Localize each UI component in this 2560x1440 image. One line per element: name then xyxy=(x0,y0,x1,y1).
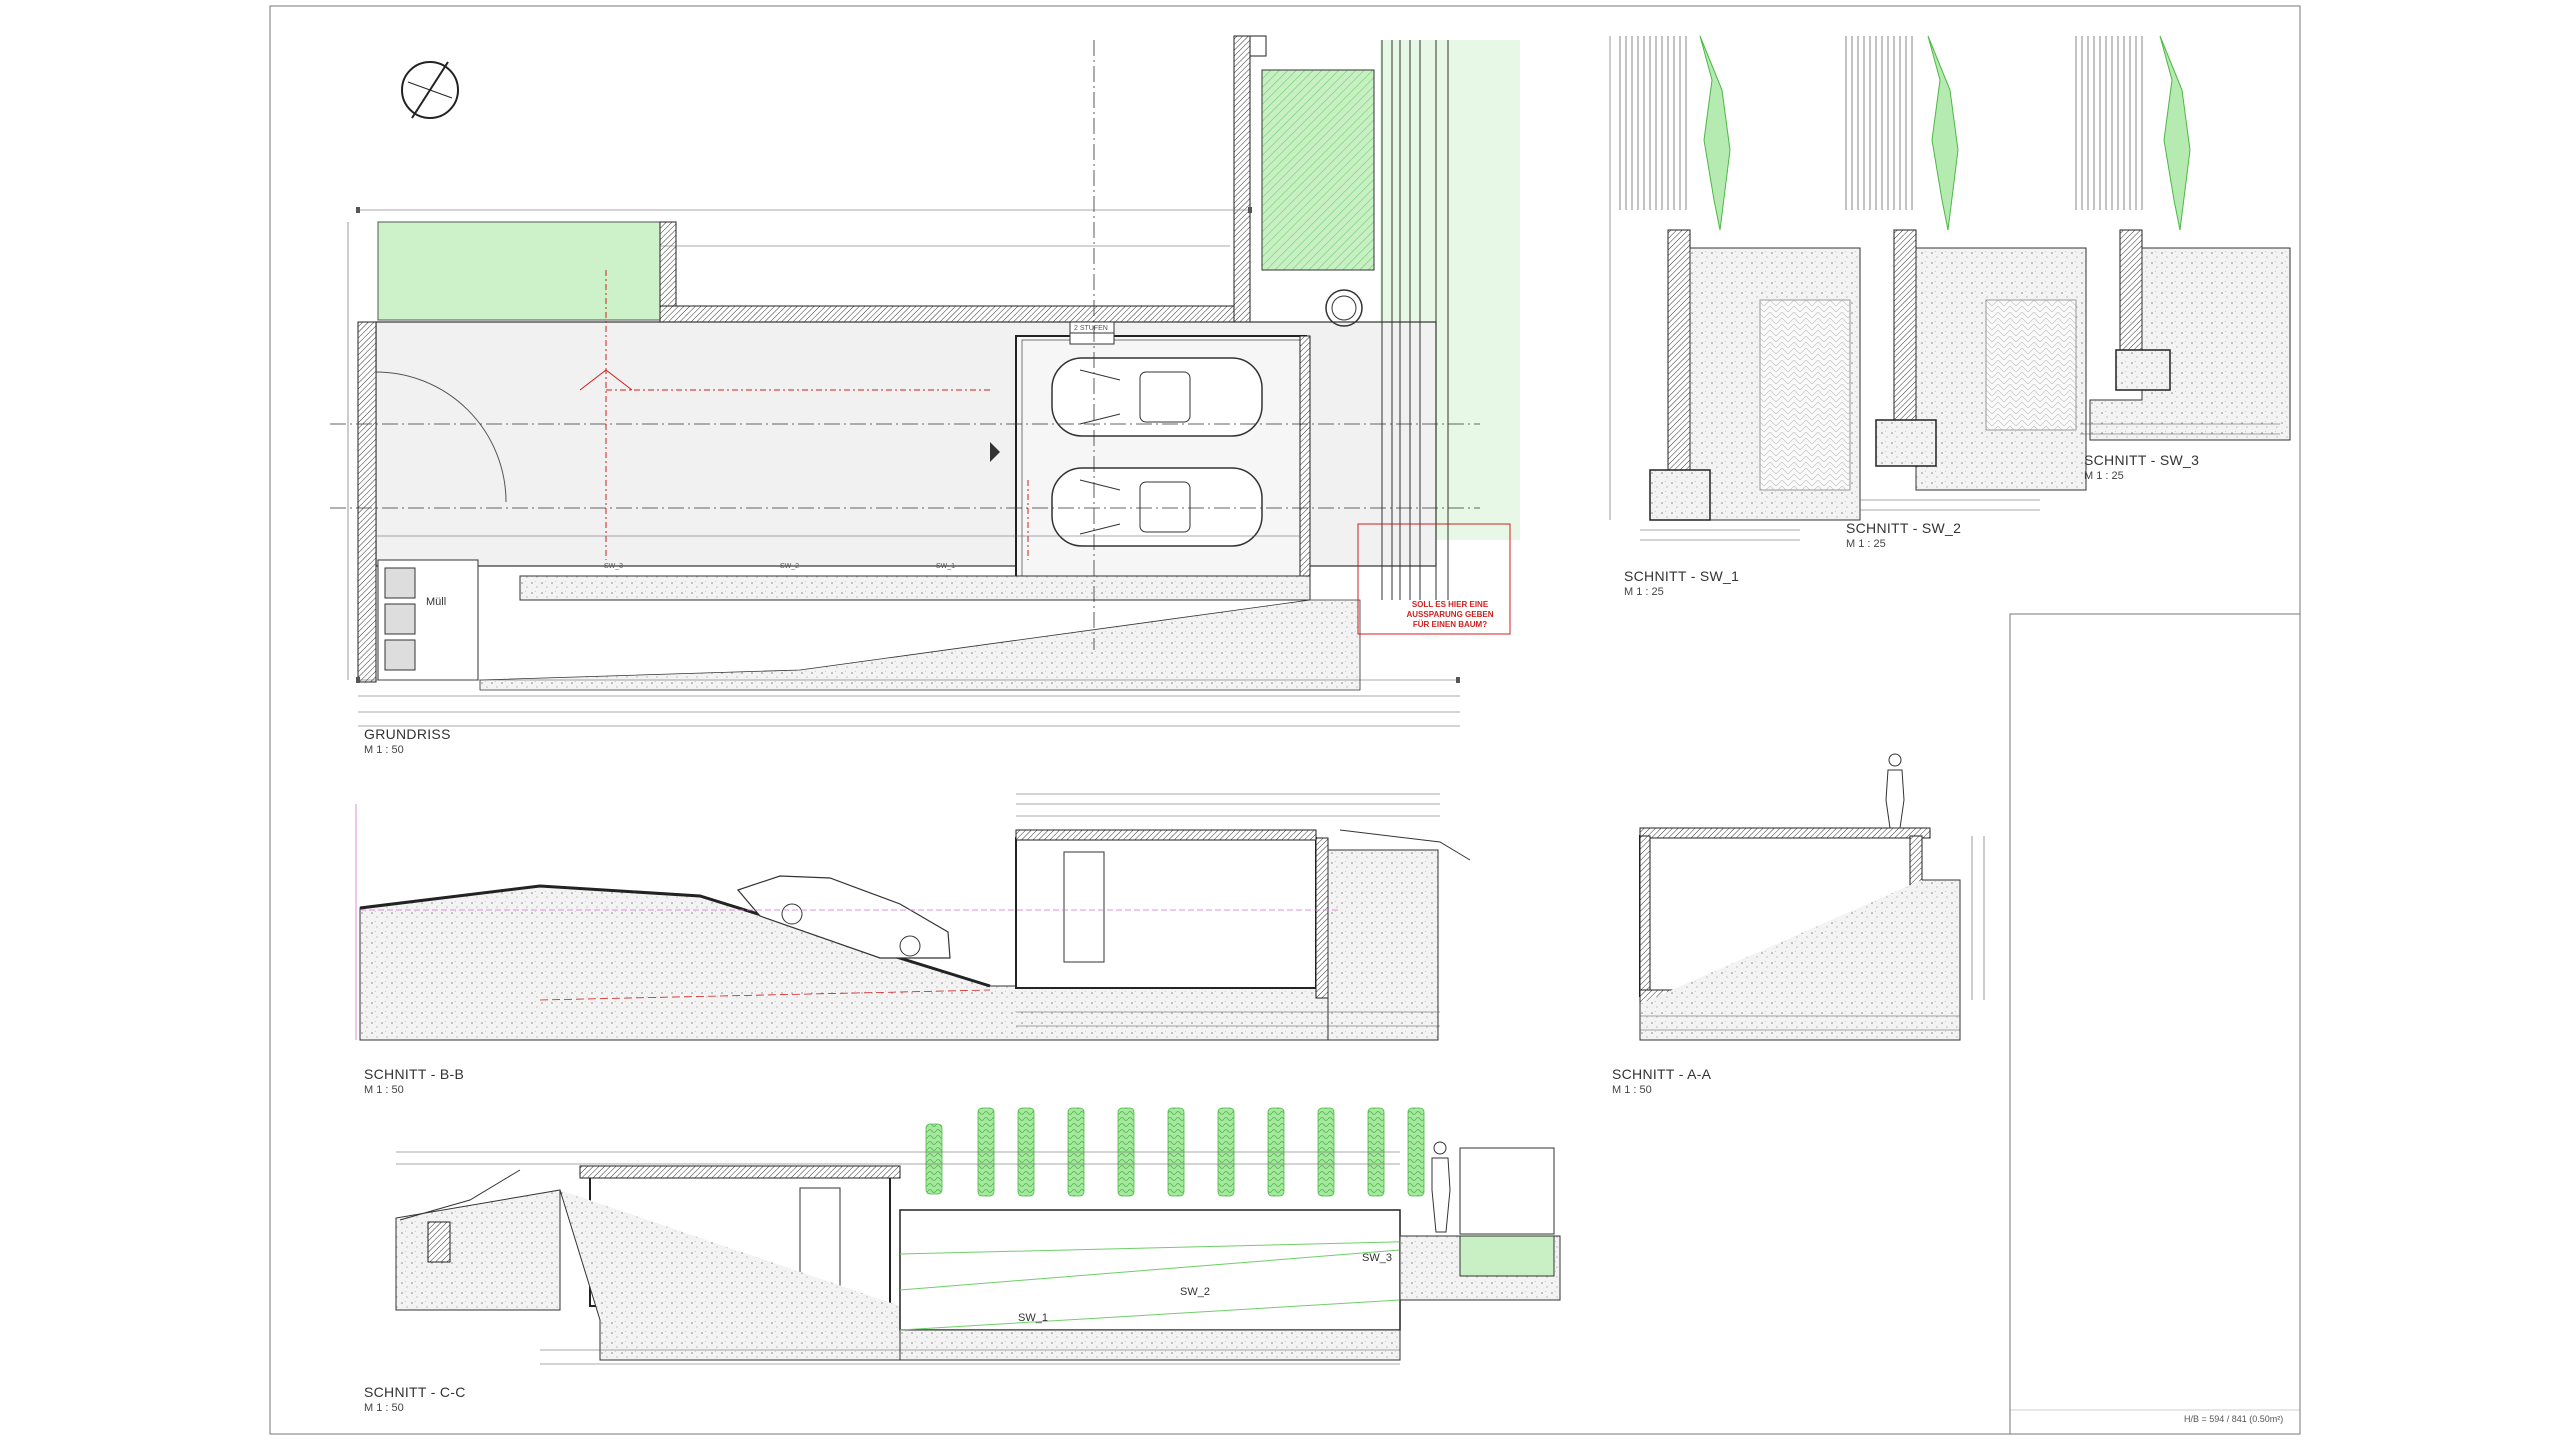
grundriss-title: GRUNDRISS xyxy=(364,726,451,742)
schnitt-aa-title: SCHNITT - A-A xyxy=(1612,1066,1712,1082)
muell-label: Müll xyxy=(426,596,447,608)
schnitt-bb-scale: M 1 : 50 xyxy=(364,1084,404,1096)
car-icon xyxy=(1051,467,1263,547)
schnitt-sw3-scale: M 1 : 25 xyxy=(2084,470,2124,482)
schnitt-sw2-title: SCHNITT - SW_2 xyxy=(1846,520,1962,536)
schnitt-cc-scale: M 1 : 50 xyxy=(364,1402,404,1414)
plan-sw3-label: SW_3 xyxy=(604,563,624,570)
stufen-label: 2 STUFEN xyxy=(1074,325,1108,332)
title-block xyxy=(2009,613,2301,1435)
plan-sw1-label: SW_1 xyxy=(936,563,956,570)
cc-sw2-label: SW_2 xyxy=(1180,1286,1210,1298)
red-note: SOLL ES HIER EINE AUSSPARUNG GEBEN FÜR E… xyxy=(1406,600,1494,629)
schnitt-bb-title: SCHNITT - B-B xyxy=(364,1066,465,1082)
detail-sw3 xyxy=(2075,35,2291,441)
person-icon xyxy=(1885,753,1905,829)
cc-sw1-label: SW_1 xyxy=(1018,1312,1048,1324)
person-icon xyxy=(1431,1141,1451,1233)
cc-sw3-label: SW_3 xyxy=(1362,1252,1392,1264)
schnitt-aa-scale: M 1 : 50 xyxy=(1612,1084,1652,1096)
drawing-sheet xyxy=(269,5,2301,1435)
format-label: H/B = 594 / 841 (0.50m²) xyxy=(2184,1414,2284,1424)
schnitt-sw2-scale: M 1 : 25 xyxy=(1846,538,1886,550)
north-arrow-icon xyxy=(401,61,459,119)
grundriss-scale: M 1 : 50 xyxy=(364,744,404,756)
section-cc xyxy=(395,1107,1561,1365)
section-aa xyxy=(1639,753,1985,1041)
schnitt-cc-title: SCHNITT - C-C xyxy=(364,1384,466,1400)
floor-plan xyxy=(330,35,1520,727)
detail-sw2 xyxy=(1845,35,2087,511)
schnitt-sw3-title: SCHNITT - SW_3 xyxy=(2084,452,2200,468)
schnitt-sw1-title: SCHNITT - SW_1 xyxy=(1624,568,1740,584)
detail-sw1 xyxy=(1609,35,1861,541)
section-bb xyxy=(355,793,1471,1041)
schnitt-sw1-scale: M 1 : 25 xyxy=(1624,586,1664,598)
plan-sw2-label: SW_2 xyxy=(780,563,800,570)
